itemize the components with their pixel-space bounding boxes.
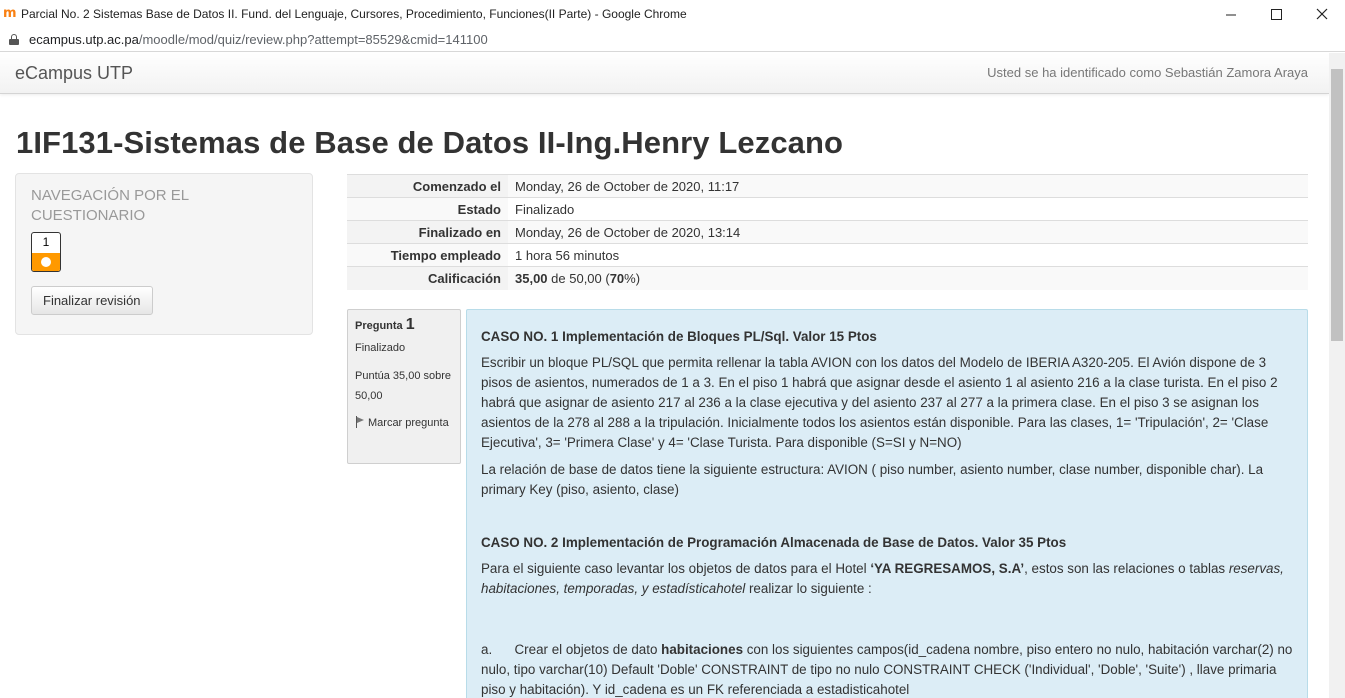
site-navbar: eCampus UTP Usted se ha identificado com… <box>0 53 1329 94</box>
quiz-navigation-block: NAVEGACIÓN POR EL CUESTIONARIO 1 Finaliz… <box>15 173 313 335</box>
page-scrollbar[interactable] <box>1329 53 1345 698</box>
case-1-title: CASO NO. 1 Implementación de Bloques PL/… <box>481 329 877 344</box>
flag-icon <box>355 416 365 428</box>
close-button[interactable] <box>1299 0 1345 28</box>
partial-answer-icon <box>41 257 51 267</box>
flag-question-link[interactable]: Marcar pregunta <box>355 413 460 433</box>
page-title: 1IF131-Sistemas de Base de Datos II-Ing.… <box>16 125 844 160</box>
summary-label: Finalizado en <box>347 220 508 244</box>
attempt-summary-table: Comenzado el Monday, 26 de October de 20… <box>347 174 1308 290</box>
summary-label: Tiempo empleado <box>347 243 508 267</box>
quiz-navigation-heading: NAVEGACIÓN POR EL CUESTIONARIO <box>31 187 189 224</box>
question-state-indicator <box>32 253 60 271</box>
moodle-favicon-icon: m <box>3 6 17 21</box>
table-row: Estado Finalizado <box>347 197 1308 221</box>
minimize-icon <box>1225 14 1236 15</box>
table-row: Tiempo empleado 1 hora 56 minutos <box>347 243 1308 267</box>
table-row: Finalizado en Monday, 26 de October de 2… <box>347 220 1308 244</box>
url-text[interactable]: ecampus.utp.ac.pa/moodle/mod/quiz/review… <box>29 32 488 47</box>
question-text: CASO NO. 1 Implementación de Bloques PL/… <box>466 309 1308 698</box>
case-2-intro: Para el siguiente caso levantar los obje… <box>481 561 1284 596</box>
question-state: Finalizado <box>355 342 406 354</box>
summary-label: Estado <box>347 197 508 221</box>
question-grade: Puntúa 35,00 sobre 50,00 <box>355 370 452 402</box>
question-nav-number: 1 <box>42 235 50 249</box>
grade-value: 35,00 de 50,00 (70%) <box>508 266 1308 290</box>
summary-value: 1 hora 56 minutos <box>515 247 620 263</box>
question-info-panel: Pregunta 1 Finalizado Puntúa 35,00 sobre… <box>347 309 461 464</box>
minimize-button[interactable] <box>1208 0 1254 28</box>
logged-in-info: Usted se ha identificado como Sebastián … <box>987 65 1308 80</box>
case-2-item-a: a. Crear el objetos de dato habitaciones… <box>481 642 1293 697</box>
scrollbar-thumb[interactable] <box>1331 69 1343 341</box>
table-row: Calificación 35,00 de 50,00 (70%) <box>347 266 1308 290</box>
close-icon <box>1316 8 1328 20</box>
question-nav-button[interactable]: 1 <box>31 232 61 272</box>
grade-label: Calificación <box>347 266 508 290</box>
lock-icon <box>9 34 19 45</box>
question-number: Pregunta 1 <box>355 316 415 333</box>
page-viewport: eCampus UTP Usted se ha identificado com… <box>0 53 1329 698</box>
address-bar[interactable]: ecampus.utp.ac.pa/moodle/mod/quiz/review… <box>0 28 1345 52</box>
case-1-structure: La relación de base de datos tiene la si… <box>481 462 1264 497</box>
summary-value: Monday, 26 de October de 2020, 11:17 <box>508 174 1308 198</box>
window-title: Parcial No. 2 Sistemas Base de Datos II.… <box>21 7 687 21</box>
case-2-title: CASO NO. 2 Implementación de Programació… <box>481 535 1067 550</box>
table-row: Comenzado el Monday, 26 de October de 20… <box>347 174 1308 198</box>
title-bar: m Parcial No. 2 Sistemas Base de Datos I… <box>0 0 1345 28</box>
maximize-icon <box>1270 8 1282 20</box>
summary-value: Finalizado <box>515 201 575 217</box>
case-1-paragraph: Escribir un bloque PL/SQL que permita re… <box>481 355 1278 450</box>
summary-value: Monday, 26 de October de 2020, 13:14 <box>508 220 1308 244</box>
site-brand-link[interactable]: eCampus UTP <box>15 63 133 84</box>
finish-review-button[interactable]: Finalizar revisión <box>31 286 153 315</box>
summary-label: Comenzado el <box>347 174 508 198</box>
maximize-button[interactable] <box>1253 0 1299 28</box>
